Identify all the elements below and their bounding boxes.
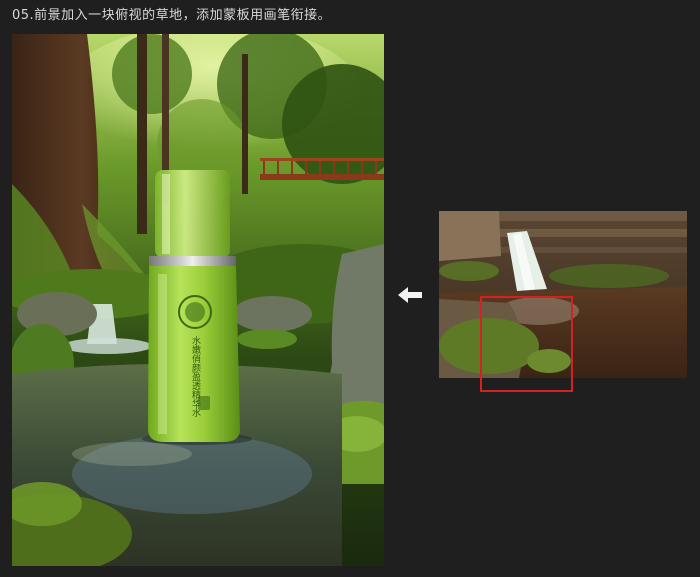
- bottle-label-text: 水嫩俏颜盈透精华水: [190, 335, 201, 417]
- step-title: 05.前景加入一块俯视的草地，添加蒙板用画笔衔接。: [12, 8, 332, 23]
- left-arrow-icon: [398, 286, 424, 304]
- selection-rectangle: [480, 296, 573, 392]
- main-composite-image: 水嫩俏颜盈透精华水: [12, 34, 384, 566]
